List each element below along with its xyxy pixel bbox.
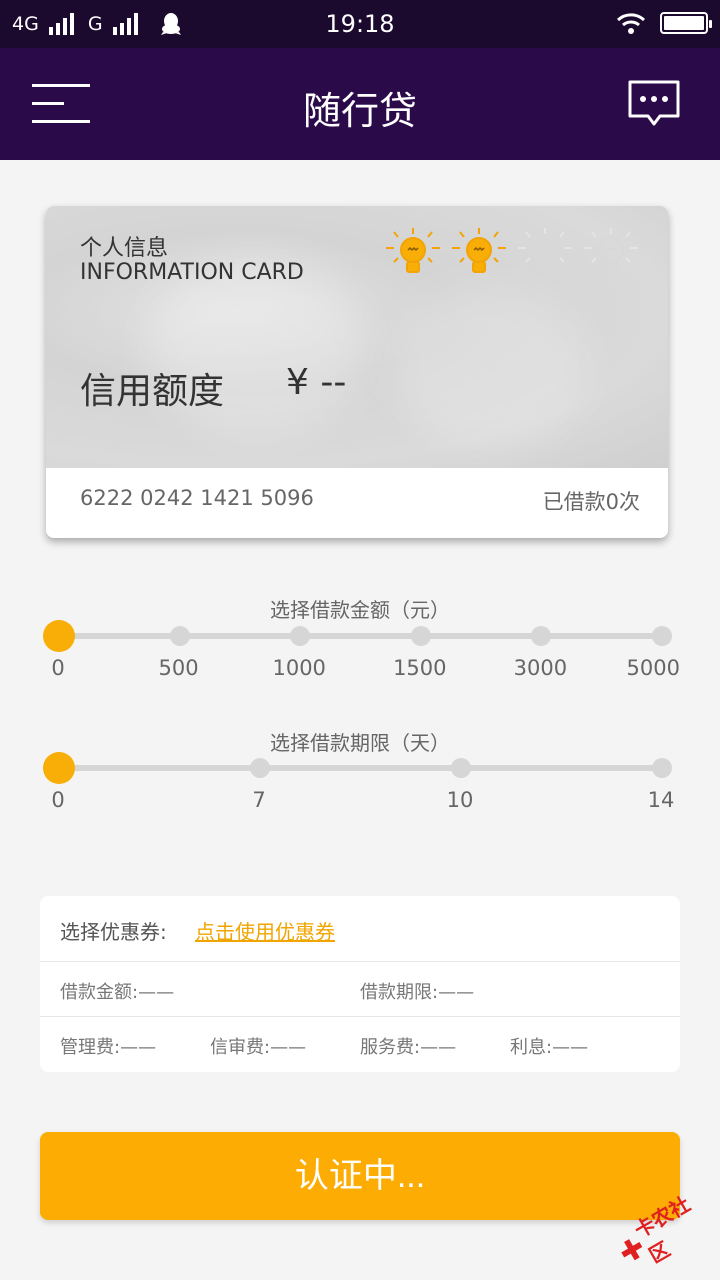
bulb-unlit-icon: [518, 228, 572, 273]
slider-thumb[interactable]: [43, 620, 75, 652]
slider-tick-label: 1000: [272, 656, 326, 680]
slider-track[interactable]: [58, 765, 661, 771]
information-card: 个人信息 INFORMATION CARD 信用额度 ¥ -- 6222 024…: [46, 206, 668, 538]
slider-stop[interactable]: [250, 758, 270, 778]
page-title: 随行贷: [302, 89, 417, 133]
slider-thumb[interactable]: [43, 752, 75, 784]
status-time: 19:18: [325, 10, 395, 38]
bulb-unlit-icon: [584, 228, 638, 273]
slider-tick-label: 14: [647, 788, 675, 812]
slider-stop[interactable]: [410, 626, 431, 646]
slider-stop[interactable]: [531, 626, 552, 646]
loan-term-field: 借款期限:——: [360, 982, 475, 1003]
slider-track[interactable]: [58, 633, 661, 639]
slider-stop[interactable]: [451, 758, 471, 778]
slider-stop[interactable]: [290, 626, 311, 646]
slider-tick-label: 500: [158, 656, 199, 680]
review-fee-field: 信审费:——: [210, 1037, 307, 1058]
amount-slider-title: 选择借款金额（元）: [270, 598, 450, 622]
card-title-cn: 个人信息: [80, 236, 169, 261]
loan-summary-row: 借款金额:—— 借款期限:——: [40, 962, 680, 1017]
menu-button[interactable]: [32, 82, 90, 126]
status-right: [616, 12, 712, 34]
slider-stop[interactable]: [652, 758, 672, 778]
coupon-row: 选择优惠券: 点击使用优惠券: [40, 896, 680, 962]
loan-count: 已借款0次: [542, 490, 640, 514]
slider-tick-label: 3000: [513, 656, 568, 680]
status-bar: 4G G 19:18: [0, 0, 720, 48]
credit-limit-label: 信用额度: [80, 371, 225, 412]
bulb-lit-icon: [452, 228, 506, 273]
fees-row: 管理费:—— 信审费:—— 服务费:—— 利息:——: [40, 1017, 680, 1072]
loan-amount-field: 借款金额:——: [60, 982, 175, 1003]
message-icon[interactable]: [626, 78, 682, 130]
interest-field: 利息:——: [510, 1037, 589, 1058]
slider-tick-label: 7: [252, 788, 266, 812]
bulb-lit-icon: [386, 228, 440, 273]
slider-tick-label: 10: [446, 788, 474, 812]
term-slider-title: 选择借款期限（天）: [270, 731, 450, 755]
card-title-en: INFORMATION CARD: [80, 260, 304, 285]
coupon-label: 选择优惠券:: [60, 920, 167, 944]
slider-tick-label: 0: [51, 788, 65, 812]
slider-tick-label: 5000: [626, 656, 680, 680]
credit-rating: [384, 226, 640, 284]
slider-tick-label: 0: [51, 656, 65, 680]
verifying-button[interactable]: 认证中...: [40, 1132, 680, 1220]
management-fee-field: 管理费:——: [60, 1037, 157, 1058]
wifi-icon: [616, 13, 646, 34]
slider-stop[interactable]: [169, 626, 190, 646]
app-header: 随行贷: [0, 48, 720, 160]
slider-tick-label: 1500: [393, 656, 447, 680]
loan-info-panel: 选择优惠券: 点击使用优惠券 借款金额:—— 借款期限:—— 管理费:—— 信审…: [40, 896, 680, 1072]
slider-stop[interactable]: [652, 626, 672, 646]
card-number: 6222 0242 1421 5096: [80, 486, 314, 510]
menu-icon: [32, 84, 90, 87]
battery-icon: [660, 12, 712, 34]
service-fee-field: 服务费:——: [360, 1037, 457, 1058]
use-coupon-link[interactable]: 点击使用优惠券: [195, 916, 335, 945]
credit-limit-value: ¥ --: [286, 362, 347, 403]
